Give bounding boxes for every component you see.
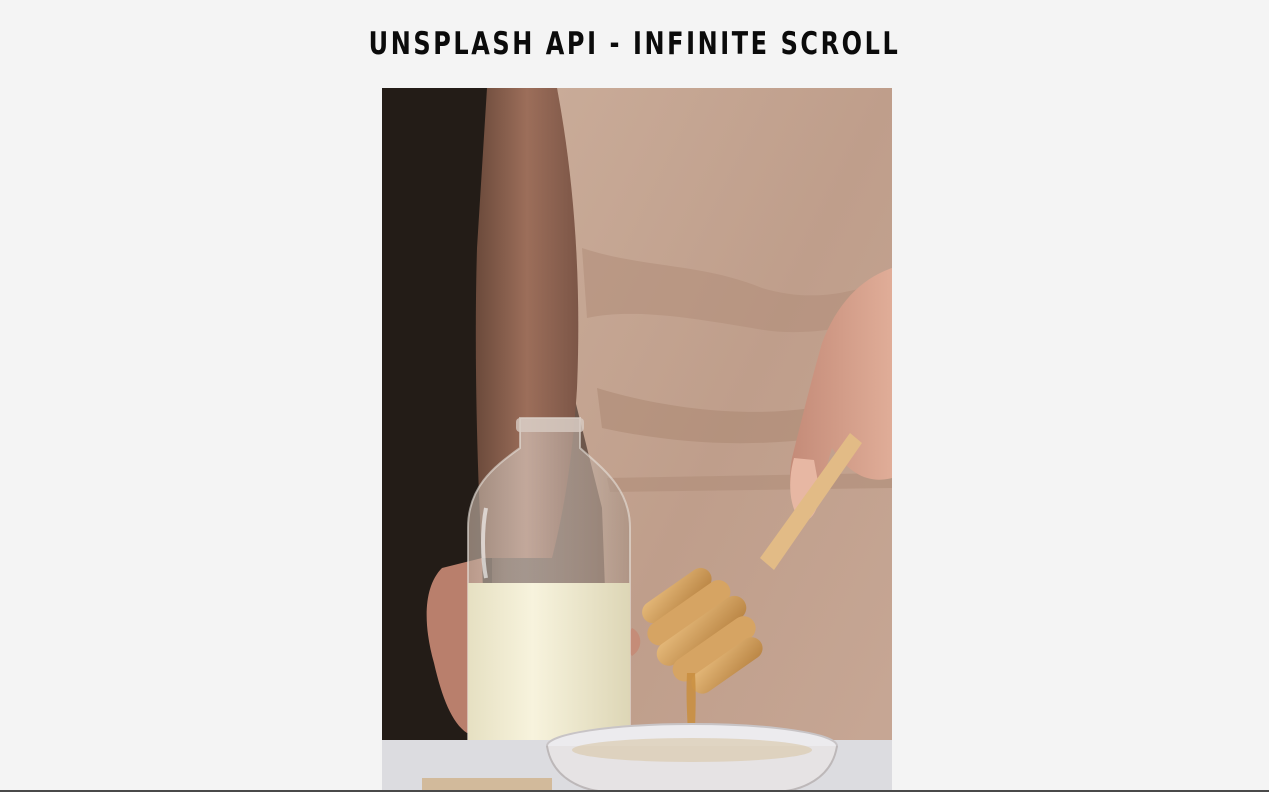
photo-image[interactable] [382,88,892,792]
photo-link[interactable] [382,88,892,792]
image-container [382,88,892,792]
page-title: UNSPLASH API - INFINITE SCROLL [368,26,901,62]
